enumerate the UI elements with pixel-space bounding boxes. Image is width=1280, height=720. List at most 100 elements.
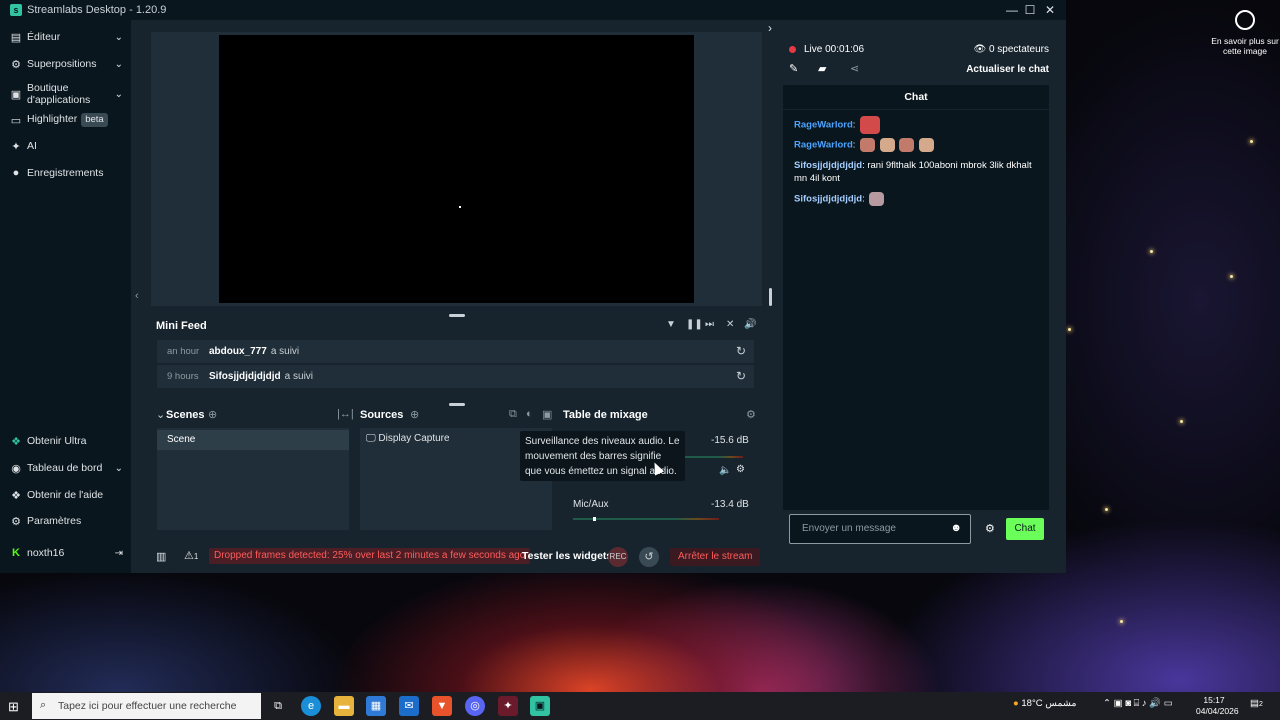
sidebar: ▤ Éditeur ⌄ ⚙ Superpositions ⌄ ▣ Boutiqu…	[0, 20, 131, 573]
sidebar-item-overlays[interactable]: ⚙ Superpositions ⌄	[0, 52, 131, 76]
sidebar-item-ai[interactable]: ✦ AI	[0, 134, 131, 158]
chevron-down-icon[interactable]: ⌄	[115, 32, 123, 43]
windows-start-icon[interactable]: ⊞	[8, 699, 19, 715]
task-view-icon[interactable]: ⧉	[268, 696, 288, 716]
dock-resize-handle[interactable]	[769, 288, 772, 306]
scene-item[interactable]: Scene	[157, 430, 349, 450]
refresh-chat-button[interactable]: Actualiser le chat	[966, 64, 1049, 75]
sidebar-item-help[interactable]: ❖ Obtenir de l'aide	[0, 483, 131, 507]
chat-username[interactable]: RageWarlord	[794, 140, 853, 151]
overlays-icon: ⚙	[11, 58, 21, 71]
sidebar-item-settings[interactable]: ⚙ Paramètres	[0, 509, 131, 533]
mixer-settings-icon[interactable]: ⚙	[746, 408, 756, 421]
sidebar-item-app-store[interactable]: ▣ Boutique d'applications ⌄	[0, 80, 131, 108]
emote-icon	[869, 192, 885, 206]
replay-icon[interactable]: ↻	[736, 369, 746, 383]
mute-alerts-icon[interactable]: ✕	[726, 319, 734, 330]
collapse-sidebar-icon[interactable]: ‹	[135, 290, 139, 302]
edit-stream-info-icon[interactable]: ✎	[789, 62, 798, 75]
learn-more-icon	[1235, 10, 1255, 30]
ai-icon: ✦	[11, 140, 21, 153]
alert-icon[interactable]: ⚠1	[184, 549, 198, 562]
minimize-button[interactable]: —	[1003, 2, 1021, 18]
learn-more-widget[interactable]: En savoir plus sur cette image	[1210, 10, 1280, 56]
chat-message-input[interactable]: Envoyer un message ☻	[789, 514, 971, 544]
clip-icon[interactable]: ▰	[818, 62, 826, 75]
scene-transition-icon[interactable]: |↔|	[337, 408, 354, 420]
feed-user: Sifosjjdjdjdjdjd	[209, 371, 281, 382]
sidebar-item-label: Tableau de bord	[27, 462, 103, 474]
replay-buffer-button[interactable]: ↺	[639, 547, 659, 567]
channel-label: Mic/Aux	[573, 499, 609, 510]
chat-username[interactable]: RageWarlord	[794, 120, 853, 131]
weather-label: مشمس	[1045, 698, 1077, 709]
brave-icon[interactable]: ▼	[432, 696, 452, 716]
logout-icon[interactable]: ⇥	[115, 548, 123, 559]
chevron-down-icon[interactable]: ⌄	[115, 89, 123, 100]
sidebar-user[interactable]: K noxth16 ⇥	[0, 541, 131, 565]
taskbar-search[interactable]: ⌕ Tapez ici pour effectuer une recherche	[32, 693, 261, 719]
notification-count: 2	[1258, 701, 1263, 708]
sidebar-item-label: Highlighter	[27, 113, 78, 125]
channel-mute-icon[interactable]: 🔈	[719, 465, 731, 476]
stop-stream-button[interactable]: Arrêter le stream	[670, 548, 761, 566]
feed-row: an hour abdoux_777 a suivi ↻	[157, 340, 754, 363]
volume-slider-thumb[interactable]	[593, 517, 596, 521]
viewer-count: 0 spectateurs	[988, 44, 1049, 55]
store-app-icon[interactable]: ▦	[366, 696, 386, 716]
add-source-icon[interactable]: ⊕	[410, 408, 419, 421]
volume-icon[interactable]: 🔊	[744, 319, 756, 330]
feed-time: an hour	[167, 346, 200, 357]
add-folder-icon[interactable]: ⧉	[509, 408, 517, 421]
title-bar: s Streamlabs Desktop - 1.20.9 — ☐ ✕	[0, 0, 1066, 20]
collapse-icon[interactable]: ⌄	[156, 408, 165, 421]
sidebar-item-dashboard[interactable]: ◉ Tableau de bord ⌄	[0, 456, 131, 480]
share-icon[interactable]: ⋖	[850, 62, 859, 75]
chat-username[interactable]: Sifosjjdjdjdjdjd	[794, 194, 862, 205]
chevron-down-icon[interactable]: ⌄	[115, 463, 123, 474]
source-item[interactable]: 🖵 Display Capture	[366, 433, 450, 444]
streamlabs-taskbar-icon[interactable]: ▣	[530, 696, 550, 716]
notification-icon[interactable]: ▤2	[1250, 698, 1263, 709]
sidebar-item-editor[interactable]: ▤ Éditeur ⌄	[0, 25, 131, 49]
filter-icon[interactable]: ▼	[666, 319, 676, 330]
taskbar-clock[interactable]: 15:17 04/04/2026	[1196, 695, 1239, 717]
sidebar-item-highlighter[interactable]: ▭ Highlighter beta	[0, 108, 131, 132]
preview-resize-handle[interactable]	[449, 314, 465, 317]
mail-icon[interactable]: ✉	[399, 696, 419, 716]
discord-icon[interactable]: ◎	[465, 696, 485, 716]
emoji-icon[interactable]: ☻	[950, 522, 962, 534]
chevron-down-icon[interactable]: ⌄	[115, 59, 123, 70]
chat-username[interactable]: Sifosjjdjdjdjdjd	[794, 160, 862, 171]
close-button[interactable]: ✕	[1041, 2, 1059, 18]
tray-icons[interactable]: ⌃ ▣ ◙ ⌸ ♪ 🔊 ▭	[1103, 698, 1173, 709]
sidebar-item-ultra[interactable]: ❖ Obtenir Ultra	[0, 429, 131, 453]
pause-icon[interactable]: ❚❚	[686, 319, 703, 330]
sidebar-item-recordings[interactable]: ● Enregistrements	[0, 161, 131, 185]
chat-settings-icon[interactable]: ⚙	[985, 522, 995, 535]
maximize-button[interactable]: ☐	[1021, 2, 1039, 18]
collapse-live-dock-icon[interactable]: ›	[768, 21, 772, 35]
feed-time: 9 hours	[167, 371, 199, 382]
panel-resize-handle[interactable]	[449, 403, 465, 406]
store-icon: ▣	[10, 88, 22, 101]
file-explorer-icon[interactable]: ▬	[334, 696, 354, 716]
stream-preview[interactable]	[219, 35, 694, 303]
edge-icon[interactable]: e	[301, 696, 321, 716]
test-widgets-button[interactable]: Tester les widgets	[522, 550, 612, 562]
search-icon: ⌕	[40, 699, 47, 711]
channel-settings-icon[interactable]: ⚙	[736, 464, 745, 475]
monitor-icon: 🖵	[366, 433, 376, 444]
visibility-icon[interactable]: ◐	[526, 408, 533, 420]
send-chat-button[interactable]: Chat	[1006, 518, 1044, 540]
sidebar-item-label: Obtenir de l'aide	[27, 489, 104, 501]
record-button[interactable]: REC	[608, 547, 628, 567]
skip-icon[interactable]: ⏭	[705, 319, 714, 330]
app-icon[interactable]: ✦	[498, 696, 518, 716]
stats-icon[interactable]: ▥	[156, 550, 166, 563]
replay-icon[interactable]: ↻	[736, 344, 746, 358]
add-scene-icon[interactable]: ⊕	[208, 408, 217, 421]
emote-icon	[879, 138, 895, 152]
sidebar-item-label: Superpositions	[27, 58, 97, 70]
source-folder-icon[interactable]: ▣	[542, 408, 552, 421]
